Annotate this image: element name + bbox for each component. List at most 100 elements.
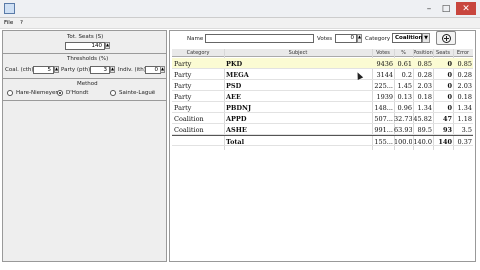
settings-panel: Tot. Seats (S) 140 ▲ Thresholds (%) Coal… xyxy=(2,30,167,262)
chevron-down-icon[interactable]: ▼ xyxy=(422,33,430,43)
tot-seats-spinner[interactable]: ▲ xyxy=(105,42,110,49)
cell-position: 0.18 xyxy=(417,93,432,101)
cell-subject: APPD xyxy=(226,115,247,123)
indiv-threshold-label: Indiv. (ith) xyxy=(118,67,146,73)
cell-category: Party xyxy=(174,104,192,112)
table-row[interactable]: Party MEGA 3144 0.2 0.28 0 0.28 xyxy=(172,69,473,80)
table-row[interactable]: Coalition ASHE 991... 63.93 89.5 93 3.5 xyxy=(172,124,473,135)
method-option-label: Hare-Niemeyer xyxy=(16,90,58,96)
cell-position: 0.85 xyxy=(417,60,432,68)
close-icon[interactable]: ✕ xyxy=(456,2,476,15)
cell-percent: 0.2 xyxy=(401,71,412,79)
column-header-error[interactable]: Error xyxy=(453,50,473,56)
cell-votes: 991... xyxy=(374,126,393,134)
column-header-subject[interactable]: Subject xyxy=(224,50,372,56)
app-icon xyxy=(4,3,15,14)
cell-percent: 0.13 xyxy=(397,93,412,101)
window-controls: – □ ✕ xyxy=(422,2,476,15)
coal-threshold-input[interactable]: 5 xyxy=(33,66,54,74)
cell-seats: 93 xyxy=(442,126,452,134)
app-window: – □ ✕ File ? Tot. Seats (S) 140 ▲ Thresh… xyxy=(0,0,480,270)
cell-error: 0.18 xyxy=(457,93,472,101)
cell-category: Party xyxy=(174,93,192,101)
table-row-total[interactable]: Total 155... 100.0 140.0 140 0.37 xyxy=(172,135,473,146)
cell-percent: 0.61 xyxy=(397,60,412,68)
cell-category: Party xyxy=(174,82,192,90)
menu-file[interactable]: File xyxy=(4,20,13,26)
cell-subject: PSD xyxy=(226,82,242,90)
column-header-percent[interactable]: % xyxy=(394,50,413,56)
cell-position: 1.34 xyxy=(417,104,432,112)
cell-seats: 0 xyxy=(447,60,452,68)
method-radio-sainte-lague[interactable] xyxy=(110,90,116,96)
column-header-category[interactable]: Category xyxy=(172,50,224,56)
results-panel: Name Votes 0 ▲ Category Coalition ▼ Cate… xyxy=(169,30,476,262)
cell-seats: 140 xyxy=(438,138,452,146)
votes-input[interactable]: 0 xyxy=(335,34,357,43)
add-button[interactable] xyxy=(436,31,456,45)
cell-error: 2.03 xyxy=(457,82,472,90)
cell-votes: 148... xyxy=(374,104,393,112)
divider xyxy=(3,53,166,54)
method-radio-dhondt[interactable] xyxy=(57,90,63,96)
name-label: Name xyxy=(187,36,204,42)
method-radio-hare-niemeyer[interactable] xyxy=(7,90,13,96)
table-header: Category Subject Votes % Position Seats … xyxy=(172,49,473,57)
column-header-votes[interactable]: Votes xyxy=(372,50,394,56)
cell-category: Party xyxy=(174,71,192,79)
votes-spinner[interactable]: ▲ xyxy=(357,34,362,43)
method-option-label: D'Hondt xyxy=(66,90,89,96)
cell-subject: AEE xyxy=(226,93,241,101)
column-header-position[interactable]: Position xyxy=(413,50,433,56)
cell-position: 0.28 xyxy=(417,71,432,79)
minimize-icon[interactable]: – xyxy=(422,2,436,15)
divider xyxy=(3,100,166,101)
cell-error: 3.5 xyxy=(461,126,472,134)
cell-votes: 155... xyxy=(374,138,393,146)
cell-votes: 9436 xyxy=(376,60,393,68)
column-header-seats[interactable]: Seats xyxy=(433,50,453,56)
maximize-icon[interactable]: □ xyxy=(439,2,453,15)
cell-votes: 507... xyxy=(374,115,393,123)
cell-seats: 0 xyxy=(447,71,452,79)
cell-subject: Total xyxy=(226,138,245,146)
cell-percent: 100.0 xyxy=(394,138,412,146)
table-row[interactable]: Coalition APPD 507... 32.73 45.82 47 1.1… xyxy=(172,113,473,124)
cell-subject: PKD xyxy=(226,60,243,68)
divider xyxy=(3,78,166,79)
cell-seats: 0 xyxy=(447,82,452,90)
cell-error: 0.85 xyxy=(457,60,472,68)
tot-seats-label: Tot. Seats (S) xyxy=(67,34,104,40)
menu-help[interactable]: ? xyxy=(20,20,23,26)
thresholds-label: Thresholds (%) xyxy=(67,56,109,62)
cell-votes: 1939 xyxy=(376,93,393,101)
party-threshold-spinner[interactable]: ▲ xyxy=(110,66,115,73)
cell-position: 89.5 xyxy=(417,126,432,134)
cell-category: Coalition xyxy=(174,126,204,134)
category-select[interactable]: Coalition xyxy=(392,33,423,43)
cell-position: 2.03 xyxy=(417,82,432,90)
cell-subject: ASHE xyxy=(226,126,247,134)
name-input[interactable] xyxy=(205,34,314,43)
table-row[interactable]: Party PKD 9436 0.61 0.85 0 0.85 xyxy=(172,58,473,69)
cell-seats: 0 xyxy=(447,104,452,112)
indiv-threshold-input[interactable]: 0 xyxy=(145,66,161,74)
table-row[interactable]: Party PBDNJ 148... 0.96 1.34 0 1.34 xyxy=(172,102,473,113)
category-label: Category xyxy=(365,36,391,42)
coal-threshold-spinner[interactable]: ▲ xyxy=(54,66,59,73)
coal-threshold-label: Coal. (cth) xyxy=(5,67,34,73)
table-row[interactable]: Party AEE 1939 0.13 0.18 0 0.18 xyxy=(172,91,473,102)
cell-subject: PBDNJ xyxy=(226,104,252,112)
table-row[interactable]: Party PSD 225... 1.45 2.03 0 2.03 xyxy=(172,80,473,91)
indiv-threshold-spinner[interactable]: ▲ xyxy=(160,66,165,73)
party-threshold-input[interactable]: 3 xyxy=(90,66,110,74)
cell-position: 45.82 xyxy=(413,115,432,123)
cell-subject: MEGA xyxy=(226,71,249,79)
cell-seats: 0 xyxy=(447,93,452,101)
cell-votes: 225... xyxy=(374,82,393,90)
cell-percent: 32.73 xyxy=(394,115,412,123)
cell-error: 1.18 xyxy=(457,115,472,123)
cell-category: Coalition xyxy=(174,115,204,123)
tot-seats-input[interactable]: 140 xyxy=(65,42,105,50)
cell-position: 140.0 xyxy=(413,138,432,146)
